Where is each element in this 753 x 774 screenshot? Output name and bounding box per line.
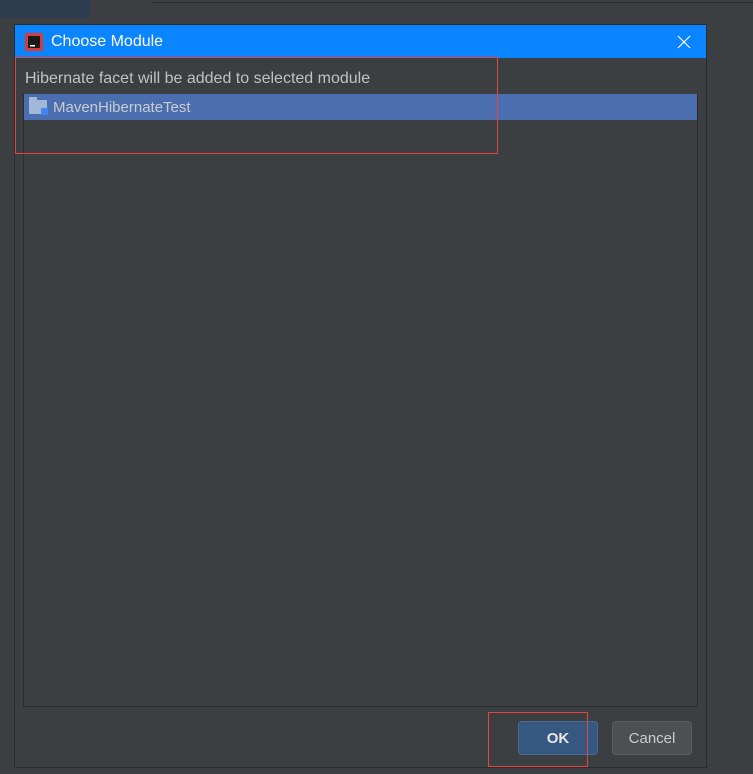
close-icon[interactable] <box>672 30 696 54</box>
dialog-body: Hibernate facet will be added to selecte… <box>15 58 706 767</box>
dialog-titlebar: Choose Module <box>15 25 706 58</box>
ok-button[interactable]: OK <box>518 721 598 755</box>
choose-module-dialog: Choose Module Hibernate facet will be ad… <box>14 24 707 768</box>
dialog-button-bar: OK Cancel <box>23 707 698 755</box>
intellij-app-icon <box>25 33 43 51</box>
module-folder-icon <box>29 100 47 114</box>
module-list-item[interactable]: MavenHibernateTest <box>24 94 697 120</box>
cancel-button[interactable]: Cancel <box>612 721 692 755</box>
background-tab <box>0 0 90 18</box>
background-border <box>153 2 753 3</box>
module-name-label: MavenHibernateTest <box>53 99 191 116</box>
module-list[interactable]: MavenHibernateTest <box>23 94 698 707</box>
dialog-title: Choose Module <box>51 33 664 51</box>
info-label: Hibernate facet will be added to selecte… <box>23 66 698 94</box>
